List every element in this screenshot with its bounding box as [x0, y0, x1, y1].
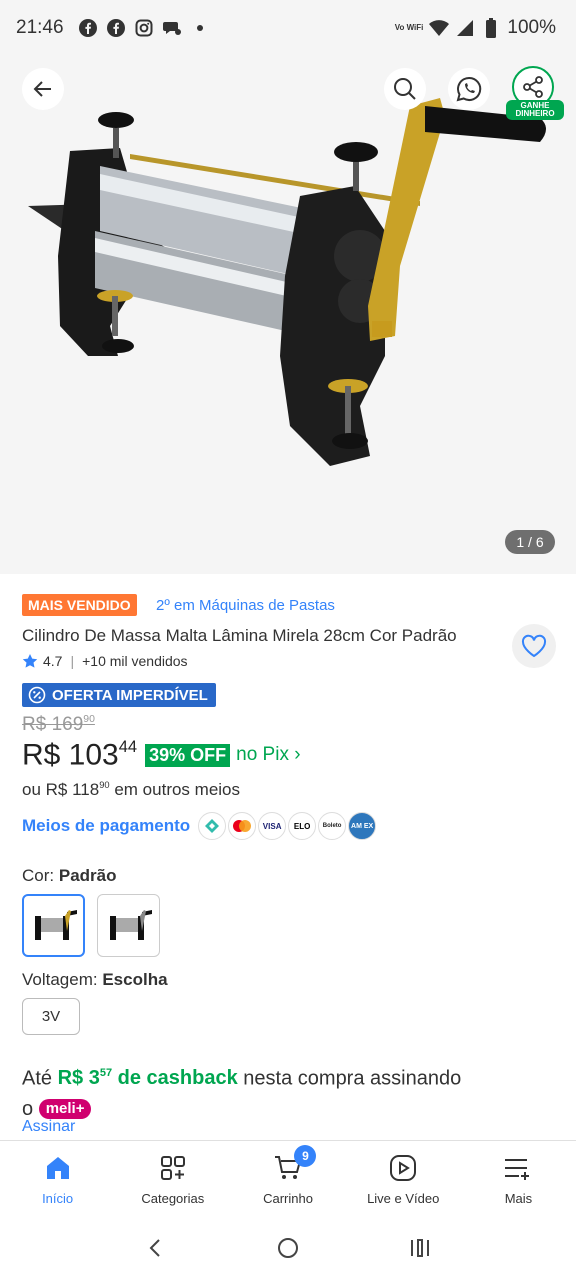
price-cents: 44: [118, 738, 138, 756]
status-bar: 21:46 Vo WiFi 100%: [0, 0, 576, 56]
current-price: R$ 10344: [22, 738, 137, 772]
swatch-image: [109, 909, 152, 940]
rating-row[interactable]: 4.7 | +10 mil vendidos: [22, 653, 188, 669]
arrow-left-icon: [33, 81, 51, 97]
elo-icon: ELO: [288, 812, 317, 840]
facebook-icon: [78, 18, 98, 38]
live-video-icon: [388, 1153, 418, 1183]
swatch-image: [34, 909, 77, 940]
old-price: R$ 16990: [22, 714, 95, 736]
discount-badge: 39% OFF: [145, 743, 231, 767]
nav-item-more[interactable]: Mais: [461, 1141, 576, 1216]
star-icon: [22, 654, 38, 668]
cashback-green-text: de cashback: [117, 1067, 238, 1090]
other-price-suffix: em outros meios: [114, 780, 241, 799]
nav-label: Live e Vídeo: [367, 1191, 440, 1206]
nav-label: Mais: [504, 1191, 533, 1206]
rating-separator: |: [70, 653, 75, 669]
battery-icon: [481, 18, 501, 38]
cashback-amount: R$ 357 de cashback: [58, 1067, 238, 1089]
cashback-cents: 57: [99, 1067, 113, 1079]
signal-icon: [455, 18, 475, 38]
boleto-icon: Boleto: [318, 812, 347, 840]
offer-icon: [28, 686, 46, 704]
favorite-button[interactable]: [512, 624, 556, 668]
nav-item-cart[interactable]: 9 Carrinho: [230, 1141, 345, 1216]
pix-link[interactable]: no Pix ›: [236, 744, 300, 766]
nav-label: Categorias: [141, 1191, 205, 1206]
share-icon: [523, 76, 543, 98]
color-value: Padrão: [58, 866, 117, 885]
dot-icon: [190, 18, 210, 38]
categories-icon: [158, 1153, 188, 1183]
mastercard-icon: [228, 812, 257, 840]
whatsapp-button[interactable]: [448, 68, 490, 110]
product-image: [28, 98, 546, 466]
search-icon: [394, 78, 416, 100]
sold-count: +10 mil vendidos: [82, 653, 188, 669]
back-button[interactable]: [22, 68, 64, 110]
earn-money-badge: GANHE DINHEIRO: [506, 100, 564, 120]
other-price-cents: 90: [99, 780, 110, 790]
offer-badge-label: OFERTA IMPERDÍVEL: [52, 686, 208, 704]
visa-icon: VISA: [258, 812, 287, 840]
status-time: 21:46: [16, 17, 64, 38]
cart-count-badge: 9: [294, 1145, 317, 1167]
vowifi-label: Vo WiFi: [394, 23, 424, 32]
voltage-value: Escolha: [102, 970, 168, 989]
nav-label: Início: [42, 1191, 74, 1206]
wifi-icon: [429, 18, 450, 38]
chat-icon: [162, 18, 182, 38]
price-row: R$ 10344 39% OFF no Pix ›: [22, 738, 301, 772]
other-price-int: ou R$ 118: [22, 780, 100, 799]
color-swatch-selected[interactable]: [22, 894, 85, 957]
battery-percent: 100%: [507, 17, 556, 38]
payment-methods-link[interactable]: Meios de pagamento: [22, 816, 190, 836]
system-back-icon[interactable]: [144, 1236, 168, 1260]
category-ranking-link[interactable]: 2º em Máquinas de Pastas: [156, 597, 335, 614]
best-seller-badge: MAIS VENDIDO: [22, 594, 137, 616]
old-price-cents: 90: [83, 714, 95, 726]
voltage-label-text: Voltagem:: [22, 970, 98, 989]
old-price-int: R$ 169: [22, 714, 84, 735]
system-navigation-bar: [0, 1216, 576, 1280]
other-payment-price: ou R$ 11890 em outros meios: [22, 780, 240, 800]
meli-plus-badge: meli+: [38, 1099, 92, 1120]
system-status: Vo WiFi 100%: [395, 17, 556, 39]
cashback-int: R$ 3: [57, 1067, 100, 1090]
amex-icon: AM EX: [348, 812, 377, 840]
voltage-option-button[interactable]: 3V: [22, 998, 80, 1035]
color-label: Cor: Padrão: [22, 866, 117, 886]
heart-icon: [521, 634, 547, 658]
search-button[interactable]: [384, 68, 426, 110]
subscribe-link[interactable]: Assinar: [22, 1118, 75, 1136]
nav-item-home[interactable]: Início: [0, 1141, 115, 1216]
color-label-text: Cor:: [22, 866, 55, 885]
product-title: Cilindro De Massa Malta Lâmina Mirela 28…: [22, 626, 457, 645]
voltage-label: Voltagem: Escolha: [22, 970, 168, 990]
notification-icons: [78, 18, 210, 38]
whatsapp-icon: [456, 76, 482, 102]
nav-label: Carrinho: [263, 1191, 313, 1206]
color-swatch[interactable]: [97, 894, 160, 957]
payment-methods-row[interactable]: Meios de pagamento VISA ELO Boleto AM EX: [22, 812, 378, 840]
image-counter: 1 / 6: [505, 530, 555, 554]
product-image-gallery[interactable]: GANHE DINHEIRO 1 / 6: [0, 56, 576, 574]
facebook-icon: [106, 18, 126, 38]
bottom-navigation: Início Categorias 9 Carrinho Live e Víde…: [0, 1140, 576, 1216]
offer-badge: OFERTA IMPERDÍVEL: [22, 683, 216, 707]
system-recents-icon[interactable]: [408, 1236, 432, 1260]
cashback-prefix: Até: [22, 1067, 53, 1090]
home-icon: [43, 1153, 73, 1183]
more-icon: [503, 1153, 533, 1183]
instagram-icon: [134, 18, 154, 38]
nav-item-live-video[interactable]: Live e Vídeo: [346, 1141, 461, 1216]
price-int: R$ 103: [22, 738, 119, 772]
nav-item-categories[interactable]: Categorias: [115, 1141, 230, 1216]
system-home-icon[interactable]: [276, 1236, 300, 1260]
pix-icon: [198, 812, 227, 840]
cashback-banner: Até R$ 357 de cashback nesta compra assi…: [22, 1058, 462, 1125]
rating-value: 4.7: [43, 653, 63, 669]
